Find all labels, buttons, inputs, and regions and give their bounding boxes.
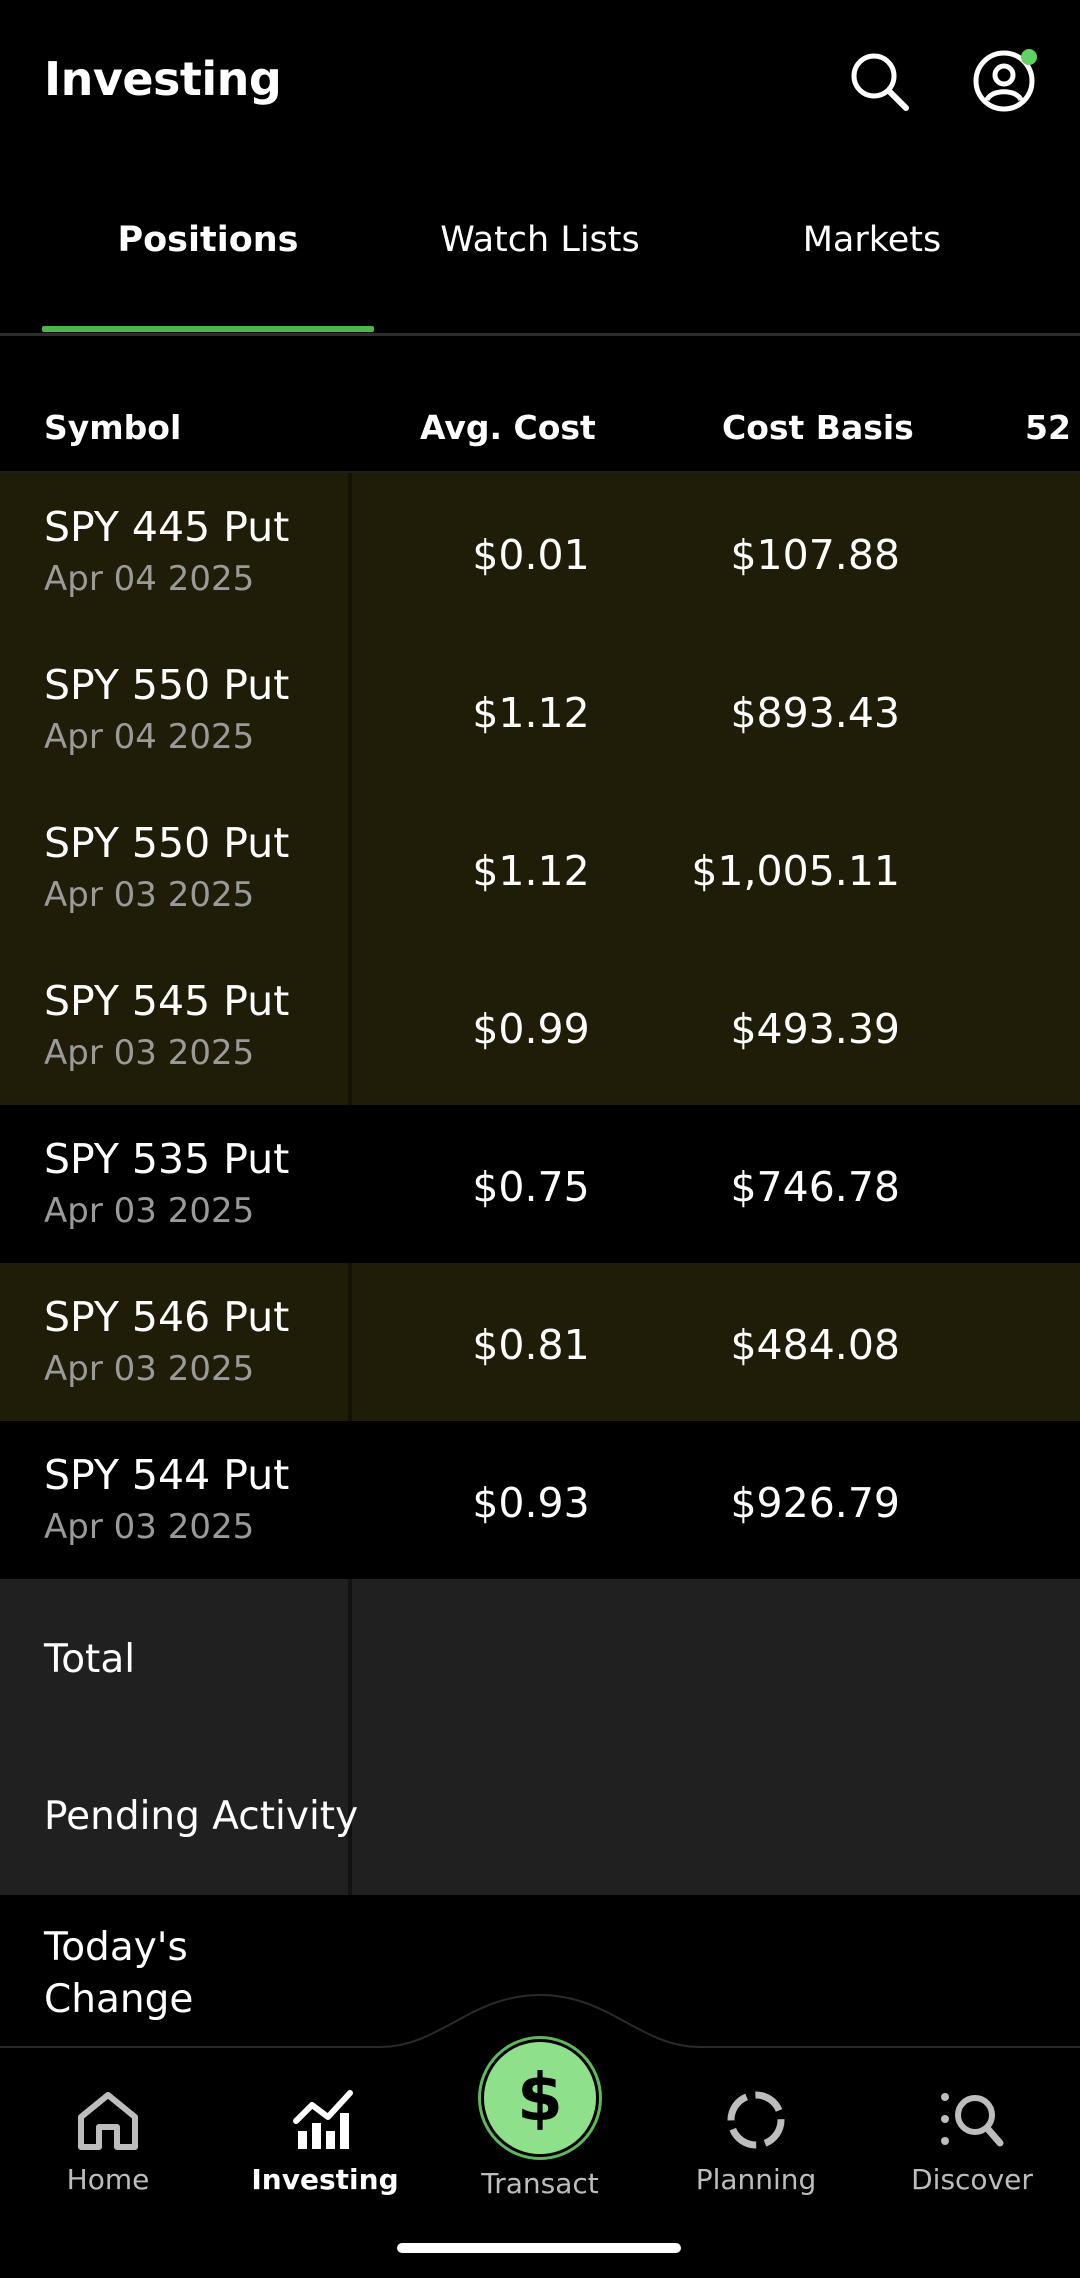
nav-investing-label: Investing bbox=[251, 2163, 399, 2196]
home-indicator[interactable] bbox=[397, 2243, 681, 2253]
transact-button[interactable]: $ bbox=[481, 2039, 599, 2157]
cost-basis-value: $493.39 bbox=[730, 1005, 900, 1053]
position-symbol: SPY 550 Put bbox=[44, 819, 290, 867]
positions-list: SPY 445 Put Apr 04 2025 $0.01 $107.88 SP… bbox=[0, 473, 1080, 1579]
summary-section: Total Pending Activity bbox=[0, 1579, 1080, 1895]
column-header-symbol[interactable]: Symbol bbox=[44, 408, 181, 447]
tab-bar: Positions Watch Lists Markets bbox=[0, 190, 1080, 336]
active-tab-indicator bbox=[42, 326, 374, 332]
avg-cost-value: $1.12 bbox=[472, 847, 590, 895]
nav-investing[interactable]: Investing bbox=[240, 2087, 410, 2196]
top-bar: Investing bbox=[0, 0, 1080, 165]
cost-basis-value: $484.08 bbox=[730, 1321, 900, 1369]
symbol-cell: SPY 550 Put Apr 04 2025 bbox=[0, 631, 352, 789]
avg-cost-value: $1.12 bbox=[472, 689, 590, 737]
symbol-cell: SPY 546 Put Apr 03 2025 bbox=[0, 1263, 352, 1421]
column-header-cost-basis[interactable]: Cost Basis bbox=[722, 408, 914, 447]
search-icon bbox=[851, 53, 909, 111]
profile-button[interactable] bbox=[968, 45, 1040, 117]
cost-basis-value: $893.43 bbox=[730, 689, 900, 737]
avg-cost-value: $0.93 bbox=[472, 1479, 590, 1527]
avg-cost-value: $0.75 bbox=[472, 1163, 590, 1211]
column-header-avg-cost[interactable]: Avg. Cost bbox=[420, 408, 596, 447]
cost-basis-value: $107.88 bbox=[730, 531, 900, 579]
home-icon bbox=[78, 2092, 138, 2150]
table-row[interactable]: SPY 546 Put Apr 03 2025 $0.81 $484.08 bbox=[0, 1263, 1080, 1421]
nav-planning[interactable]: Planning bbox=[671, 2087, 841, 2196]
pending-activity-label: Pending Activity bbox=[44, 1794, 359, 1839]
symbol-cell: SPY 544 Put Apr 03 2025 bbox=[0, 1421, 352, 1579]
position-expiry: Apr 03 2025 bbox=[44, 1033, 255, 1073]
tab-markets[interactable]: Markets bbox=[706, 220, 1038, 260]
symbol-cell: SPY 535 Put Apr 03 2025 bbox=[0, 1105, 352, 1263]
cost-basis-value: $746.78 bbox=[730, 1163, 900, 1211]
total-label: Total bbox=[44, 1637, 136, 1682]
search-button[interactable] bbox=[843, 45, 915, 117]
tab-positions[interactable]: Positions bbox=[42, 220, 374, 260]
position-symbol: SPY 445 Put bbox=[44, 503, 290, 551]
position-expiry: Apr 03 2025 bbox=[44, 1191, 255, 1231]
symbol-cell: SPY 545 Put Apr 03 2025 bbox=[0, 947, 352, 1105]
nav-planning-label: Planning bbox=[695, 2163, 817, 2196]
table-row[interactable]: SPY 445 Put Apr 04 2025 $0.01 $107.88 bbox=[0, 473, 1080, 631]
position-expiry: Apr 03 2025 bbox=[44, 1349, 255, 1389]
table-row[interactable]: SPY 545 Put Apr 03 2025 $0.99 $493.39 bbox=[0, 947, 1080, 1105]
nav-discover-label: Discover bbox=[911, 2163, 1033, 2196]
position-expiry: Apr 04 2025 bbox=[44, 717, 255, 757]
table-row[interactable]: SPY 535 Put Apr 03 2025 $0.75 $746.78 bbox=[0, 1105, 1080, 1263]
cost-basis-value: $1,005.11 bbox=[691, 847, 900, 895]
page-title: Investing bbox=[44, 52, 282, 106]
table-row[interactable]: SPY 550 Put Apr 04 2025 $1.12 $893.43 bbox=[0, 631, 1080, 789]
position-symbol: SPY 545 Put bbox=[44, 977, 290, 1025]
symbol-cell: SPY 445 Put Apr 04 2025 bbox=[0, 473, 352, 631]
positions-table-header: Symbol Avg. Cost Cost Basis 52 W bbox=[0, 336, 1080, 471]
bottom-navigation: Home Investing $ Transact Planning Disco… bbox=[0, 1993, 1080, 2278]
position-expiry: Apr 04 2025 bbox=[44, 559, 255, 599]
nav-transact-label: Transact bbox=[481, 2167, 599, 2200]
dollar-icon: $ bbox=[517, 2059, 563, 2136]
table-row[interactable]: SPY 544 Put Apr 03 2025 $0.93 $926.79 bbox=[0, 1421, 1080, 1579]
position-symbol: SPY 550 Put bbox=[44, 661, 290, 709]
position-expiry: Apr 03 2025 bbox=[44, 875, 255, 915]
position-expiry: Apr 03 2025 bbox=[44, 1507, 255, 1547]
discover-icon bbox=[941, 2093, 1004, 2147]
nav-discover[interactable]: Discover bbox=[887, 2087, 1057, 2196]
column-header-52-week[interactable]: 52 W bbox=[1025, 408, 1080, 447]
nav-home-label: Home bbox=[66, 2163, 150, 2196]
position-symbol: SPY 546 Put bbox=[44, 1293, 290, 1341]
planning-icon bbox=[727, 2091, 785, 2149]
position-symbol: SPY 544 Put bbox=[44, 1451, 290, 1499]
avg-cost-value: $0.81 bbox=[472, 1321, 590, 1369]
cost-basis-value: $926.79 bbox=[730, 1479, 900, 1527]
nav-transact[interactable]: $ Transact bbox=[455, 2039, 625, 2200]
table-row[interactable]: SPY 550 Put Apr 03 2025 $1.12 $1,005.11 bbox=[0, 789, 1080, 947]
notification-dot bbox=[1021, 49, 1037, 65]
symbol-cell: SPY 550 Put Apr 03 2025 bbox=[0, 789, 352, 947]
avg-cost-value: $0.01 bbox=[472, 531, 590, 579]
summary-label-column: Total Pending Activity bbox=[0, 1579, 358, 1895]
chart-icon bbox=[293, 2090, 353, 2149]
nav-home[interactable]: Home bbox=[23, 2087, 193, 2196]
tab-watch-lists[interactable]: Watch Lists bbox=[374, 220, 706, 260]
avg-cost-value: $0.99 bbox=[472, 1005, 590, 1053]
position-symbol: SPY 535 Put bbox=[44, 1135, 290, 1183]
